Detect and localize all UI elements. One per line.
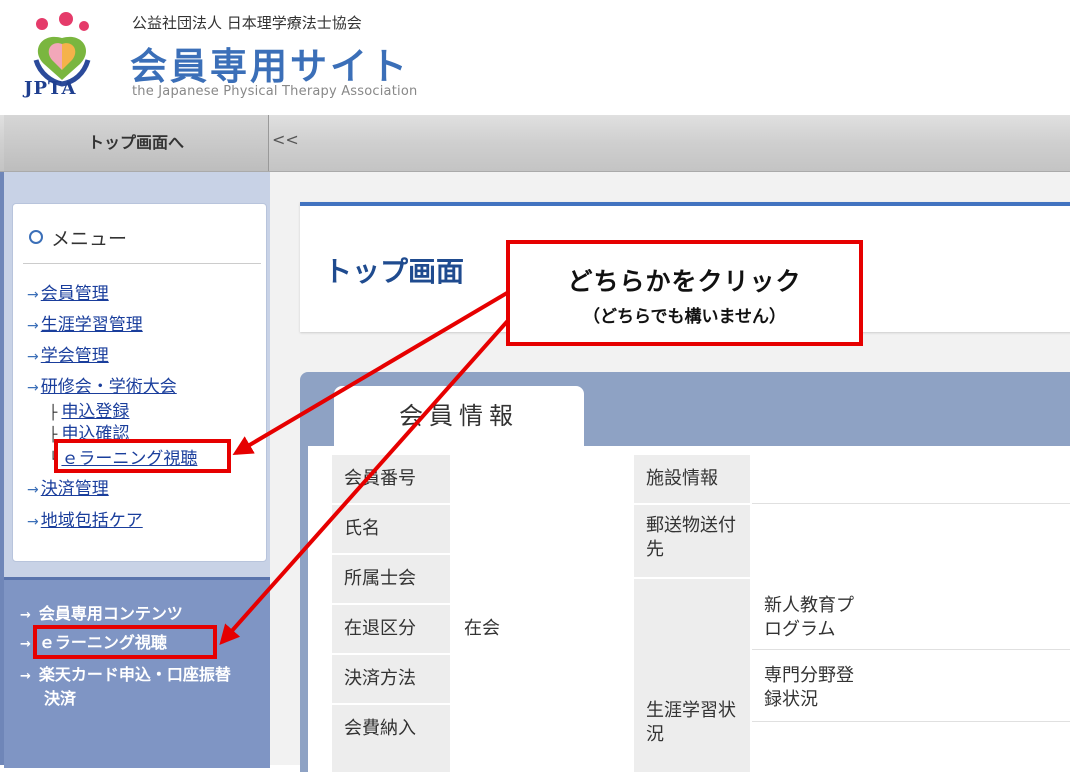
divider: [752, 503, 1070, 504]
site-subtitle: the Japanese Physical Therapy Associatio…: [132, 84, 418, 99]
sidebar-item-label[interactable]: 会員管理: [41, 284, 109, 304]
member-info-panel: 会員情報 会員番号 氏名 所属士会 在退区分 在会 決済方法 会費納入 施設情報…: [300, 372, 1070, 772]
field-value-name: [452, 505, 630, 553]
contents-item-member-content[interactable]: → 会員専用コンテンツ: [20, 600, 183, 624]
sidebar-item-member-management[interactable]: → 会員管理: [27, 279, 109, 304]
arrow-right-icon: →: [20, 669, 31, 684]
sidebar-item-label[interactable]: 研修会・学術大会: [41, 377, 177, 397]
arrow-right-icon: →: [20, 608, 31, 623]
highlight-box-contents-elearning: [33, 625, 217, 659]
sidebar-item-academic-society[interactable]: → 学会管理: [27, 341, 109, 366]
highlight-box-sidebar-elearning: [54, 439, 231, 473]
contents-item-label[interactable]: 楽天カード申込・口座振替: [39, 665, 231, 684]
arrow-right-icon: →: [27, 349, 39, 365]
field-label-new-education-program: 新人教育プログラム: [764, 595, 854, 640]
callout-line-1: どちらかをクリック: [567, 267, 802, 296]
field-label-specialty-registration: 専門分野登録状況: [764, 665, 854, 710]
top-nav-bar: トップ画面へ <<: [0, 115, 1070, 172]
field-value-membership-status: 在会: [464, 618, 500, 639]
field-label-lifelong-learning: 生涯学習状況: [634, 579, 750, 772]
circle-icon: [29, 230, 43, 244]
tab-member-info[interactable]: 会員情報: [334, 386, 584, 446]
field-label-mail-address: 郵送物送付先: [634, 505, 750, 577]
arrow-right-icon: →: [27, 514, 39, 530]
jpta-logo: JPTA: [22, 10, 107, 102]
field-label-facility: 施設情報: [634, 455, 750, 503]
field-label-payment-method: 決済方法: [332, 655, 450, 703]
logo-text: JPTA: [24, 78, 77, 99]
arrow-right-icon: →: [27, 380, 39, 396]
sidebar-item-label[interactable]: 生涯学習管理: [41, 315, 143, 335]
menu-title: メニュー: [51, 228, 128, 250]
member-contents-panel: → 会員専用コンテンツ → ｅラーニング視聴 → 楽天カード申込・口座振替 決済: [4, 577, 270, 768]
member-info-table: 会員番号 氏名 所属士会 在退区分 在会 決済方法 会費納入 施設情報 郵送物送…: [308, 446, 1070, 772]
sidebar-item-label[interactable]: 学会管理: [41, 346, 109, 366]
contents-item-rakuten-card-line2[interactable]: 決済: [44, 685, 76, 709]
sidebar-item-lifelong-learning[interactable]: → 生涯学習管理: [27, 310, 143, 335]
sidebar-item-community-care[interactable]: → 地域包括ケア: [27, 506, 143, 531]
field-value-fee-payment: [452, 705, 630, 772]
arrow-right-icon: →: [27, 482, 39, 498]
collapse-sidebar-button[interactable]: <<: [272, 130, 299, 149]
field-label-branch: 所属士会: [332, 555, 450, 603]
org-name: 公益社団法人 日本理学療法士協会: [132, 14, 362, 32]
menu-header: メニュー: [29, 224, 127, 251]
sidebar-item-label[interactable]: 決済管理: [41, 479, 109, 499]
field-label-member-number: 会員番号: [332, 455, 450, 503]
site-header: JPTA 公益社団法人 日本理学療法士協会 会員専用サイト the Japane…: [0, 0, 1070, 115]
page-title: トップ画面: [324, 255, 465, 288]
field-value-branch: [452, 555, 630, 603]
menu-panel: メニュー → 会員管理 → 生涯学習管理 → 学会管理 → 研修会・学術大会 ├ 申込登録…: [12, 203, 267, 562]
field-value-member-number: [452, 455, 630, 503]
arrow-right-icon: →: [20, 637, 31, 652]
sidebar-item-label[interactable]: 地域包括ケア: [41, 511, 143, 531]
instruction-callout: どちらかをクリック （どちらでも構いません）: [506, 240, 863, 346]
divider: [752, 649, 1070, 650]
sidebar-item-payment[interactable]: → 決済管理: [27, 474, 109, 499]
field-label-fee-payment: 会費納入: [332, 705, 450, 772]
top-screen-button[interactable]: トップ画面へ: [4, 115, 269, 171]
field-label-membership-status: 在退区分: [332, 605, 450, 653]
arrow-right-icon: →: [27, 287, 39, 303]
contents-item-rakuten-card[interactable]: → 楽天カード申込・口座振替: [20, 661, 231, 685]
callout-line-2: （どちらでも構いません）: [583, 307, 786, 327]
sidebar-item-training-conference[interactable]: → 研修会・学術大会: [27, 372, 177, 397]
field-value-payment-method: [452, 655, 630, 703]
divider: [23, 263, 261, 264]
site-title: 会員専用サイト: [130, 45, 410, 88]
field-label-name: 氏名: [332, 505, 450, 553]
contents-item-label[interactable]: 会員専用コンテンツ: [39, 604, 183, 623]
divider: [752, 721, 1070, 722]
arrow-right-icon: →: [27, 318, 39, 334]
